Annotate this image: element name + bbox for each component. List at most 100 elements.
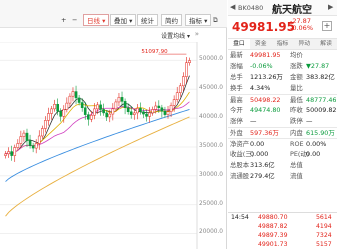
quote-label-1: 流通股 <box>230 172 250 180</box>
quote-tab-4[interactable]: 解读 <box>315 39 337 49</box>
candle-body <box>169 105 173 113</box>
quote-label-1: 总股本 <box>230 161 250 169</box>
quote-row: 总股本 313.6亿 总值 <box>228 160 337 171</box>
candle-body <box>96 104 99 110</box>
candle-body <box>148 112 151 117</box>
candle-body <box>22 132 26 137</box>
candle-body <box>40 128 44 137</box>
candle-body <box>160 107 164 112</box>
quote-tab-2[interactable]: 指标 <box>272 39 294 49</box>
quote-row: 总手 1213.26万 金额 383.82亿 <box>228 72 337 83</box>
quote-row: 流通股 279.4亿 流值 <box>228 171 337 182</box>
candle-body <box>86 114 90 120</box>
quote-label-2: 涨跌 <box>290 62 303 70</box>
quote-row: 今开 49474.80 昨收 50009.82 <box>228 105 337 116</box>
candle-body <box>157 105 161 108</box>
candle-body <box>34 143 38 149</box>
quote-row: 最高 50498.22 最低 48777.46 <box>228 94 337 105</box>
quote-label-2: 均价 <box>290 51 303 59</box>
quote-value-1: — <box>250 117 257 125</box>
candle-body <box>172 99 176 106</box>
quote-value-1: -0.06% <box>250 62 273 70</box>
period-label: 日线 <box>87 17 100 25</box>
next-arrow-icon[interactable]: ▶ <box>328 3 333 11</box>
tick-row: 49897.39 7324 <box>228 231 337 240</box>
y-tick-label: 20000.0 <box>199 229 223 236</box>
y-tick-label: 40000.0 <box>199 114 223 121</box>
candle-body <box>166 111 170 115</box>
period-select[interactable]: 日线 ▾ <box>83 14 110 26</box>
kline-chart-area[interactable]: + − 日线 ▾ 叠加 ▾ 统计 简约 指标 ▾ ⧉ 设置均线 ▾ » 5109… <box>0 0 227 249</box>
candle-body <box>16 143 20 148</box>
candle-body <box>188 60 191 63</box>
add-watchlist-button[interactable]: + <box>322 21 332 31</box>
window-restore-icon[interactable]: ⧉ <box>213 14 218 26</box>
quote-value-2: — <box>306 117 313 125</box>
tick-list: 14:54 49880.70 5614 49887.82 4194 49897.39 732… <box>228 212 337 249</box>
candle-body <box>111 108 115 115</box>
quote-row: 收益(三) 0.000 PE(动) 0.00 <box>228 149 337 160</box>
y-tick-label: 30000.0 <box>199 171 223 178</box>
quote-label-2: 总值 <box>290 161 303 169</box>
price-change: -27.87 -0.06% <box>290 18 313 32</box>
prev-arrow-icon[interactable]: ◀ <box>230 3 235 11</box>
candle-body <box>129 111 133 115</box>
candlestick-svg: 51097.90 <box>0 42 198 249</box>
candle-body <box>120 97 124 102</box>
candle-body <box>71 91 75 97</box>
candle-body <box>114 101 118 110</box>
quote-row: 涨幅 -0.06% 涨跌 ▼27.87 <box>228 61 337 72</box>
quote-label-2: 跌停 <box>290 117 303 125</box>
zoom-in-button[interactable]: + <box>61 14 66 26</box>
candle-body <box>182 76 185 87</box>
candle-body <box>31 145 35 149</box>
candle-body <box>136 108 139 114</box>
quote-value-1: 279.4亿 <box>250 172 275 180</box>
tick-row: 49887.82 4194 <box>228 222 337 231</box>
tick-price: 49880.70 <box>258 214 288 221</box>
candle-body <box>37 135 41 144</box>
quote-label-1: 换手 <box>230 84 243 92</box>
candle-body <box>139 108 142 113</box>
quote-table: 最新 49981.95 均价 涨幅 -0.06% 涨跌 ▼27.87 总手 1213.26万 金额… <box>228 50 337 182</box>
quote-value-2: 383.82亿 <box>306 73 335 81</box>
candle-body <box>53 104 56 110</box>
quote-tabs: 盘口 资金 指标 异动 解读 <box>228 38 337 50</box>
candle-body <box>10 151 13 156</box>
quote-label-1: 涨停 <box>230 117 243 125</box>
candle-body <box>44 120 47 129</box>
quote-value-1: 4.34% <box>250 84 271 92</box>
ma-settings-link[interactable]: 设置均线 ▾ <box>161 31 190 40</box>
overlay-select[interactable]: 叠加 ▾ <box>110 14 137 26</box>
candle-body <box>163 110 167 115</box>
candle-body <box>28 140 32 147</box>
settings-arrow-icon[interactable]: » <box>195 30 199 38</box>
quote-row: 最新 49981.95 均价 <box>228 50 337 61</box>
candle-body <box>80 102 84 108</box>
last-price: 49981.95 <box>232 20 296 34</box>
simple-button[interactable]: 简约 <box>161 14 182 26</box>
quote-header: ◀ BK0480 航天航空 ▶ <box>228 0 337 16</box>
candle-body <box>175 92 179 100</box>
quote-row: 换手 4.34% 量比 <box>228 83 337 94</box>
quote-tab-3[interactable]: 异动 <box>293 39 315 49</box>
quote-label-1: 总手 <box>230 73 243 81</box>
candle-body <box>19 136 23 144</box>
candle-body <box>123 101 127 108</box>
candle-body <box>126 107 130 113</box>
quote-row: 净资产 0.00 ROE 0.00% <box>228 138 337 149</box>
tick-volume: 4194 <box>316 223 332 230</box>
y-tick-label: 50000.0 <box>199 56 223 63</box>
zoom-out-button[interactable]: − <box>72 14 77 26</box>
quote-value-1: 49474.80 <box>250 106 281 114</box>
candle-body <box>25 132 29 141</box>
stats-button[interactable]: 统计 <box>137 14 158 26</box>
candle-body <box>105 112 109 118</box>
quote-tab-0[interactable]: 盘口 <box>228 39 250 49</box>
tick-price: 49901.73 <box>258 241 288 248</box>
quote-label-2: 金额 <box>290 73 303 81</box>
indicator-button[interactable]: 指标 ▾ <box>185 14 212 26</box>
overlay-label: 叠加 <box>114 17 127 25</box>
quote-label-1: 涨幅 <box>230 62 243 70</box>
quote-tab-1[interactable]: 资金 <box>250 39 272 49</box>
